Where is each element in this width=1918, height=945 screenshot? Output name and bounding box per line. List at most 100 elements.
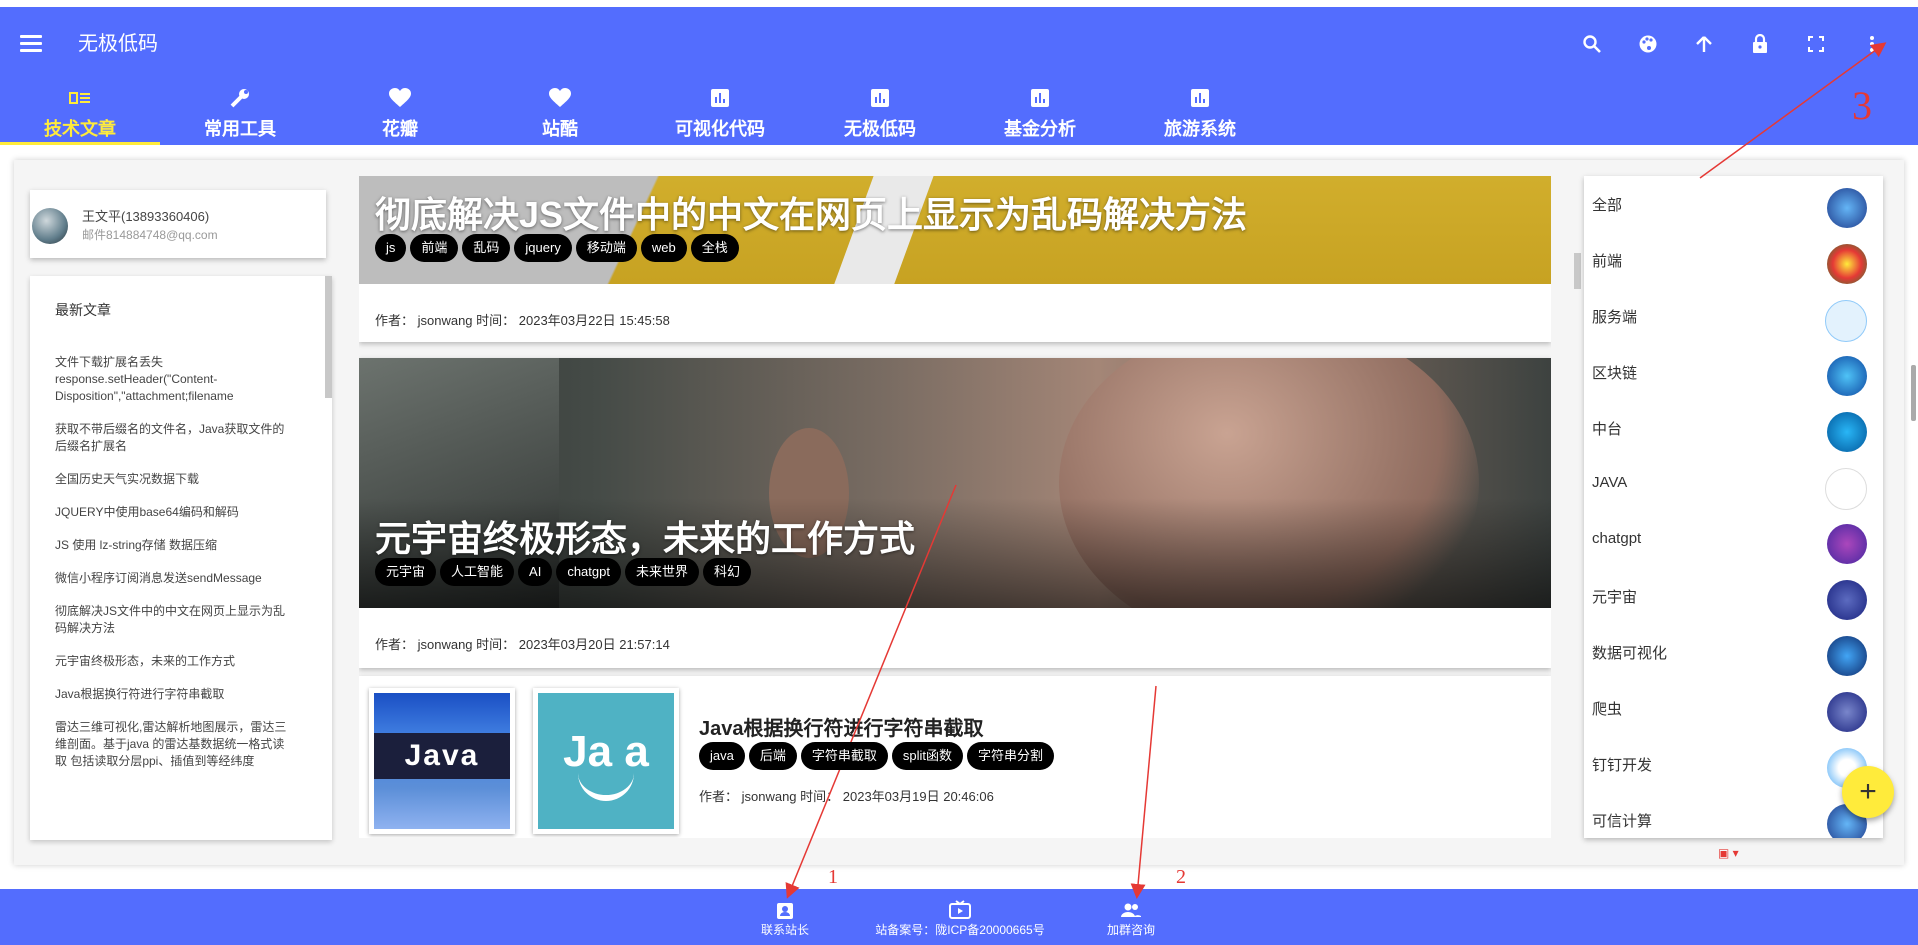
tag-chip[interactable]: 字符串截取 <box>800 742 888 770</box>
join-group-button[interactable]: 加群咨询 <box>1106 899 1156 938</box>
tab-label: 技术文章 <box>44 119 116 139</box>
fullscreen-icon[interactable] <box>1788 27 1844 61</box>
tag-chip[interactable]: 后端 <box>748 742 797 770</box>
tab-huaban[interactable]: 花瓣 <box>320 81 480 145</box>
tab-travel-system[interactable]: 旅游系统 <box>1120 81 1280 145</box>
category-item[interactable]: 服务端 <box>1584 288 1883 344</box>
category-label: 中台 <box>1592 421 1623 438</box>
article-thumbnail[interactable]: Ja a <box>533 688 679 834</box>
tag-chip[interactable]: 前端 <box>410 234 459 262</box>
article-card[interactable]: 彻底解决JS文件中的中文在网页上显示为乱码解决方法 js 前端 乱码 jquer… <box>359 176 1551 342</box>
tab-label: 花瓣 <box>382 119 418 139</box>
tag-chip[interactable]: 元宇宙 <box>375 558 437 586</box>
tag-chip[interactable]: 人工智能 <box>440 558 515 586</box>
list-item[interactable]: 获取不带后缀名的文件名，Java获取文件的后缀名扩展名 <box>55 421 295 455</box>
list-item[interactable]: JQUERY中使用base64编码和解码 <box>55 504 295 521</box>
tab-wuji-lowcode[interactable]: 无极低码 <box>800 81 960 145</box>
tag-chip[interactable]: web <box>640 234 687 262</box>
icp-record-link[interactable]: 站备案号：陇ICP备20000665号 <box>860 899 1060 938</box>
article-title[interactable]: 彻底解决JS文件中的中文在网页上显示为乱码解决方法 <box>375 186 1247 238</box>
category-item[interactable]: 可信计算 <box>1584 792 1883 838</box>
tab-visual-code[interactable]: 可视化代码 <box>640 81 800 145</box>
palette-icon[interactable] <box>1620 27 1676 61</box>
avatar <box>32 208 68 244</box>
tag-chip[interactable]: 移动端 <box>575 234 637 262</box>
category-label: 元宇宙 <box>1592 589 1638 606</box>
category-label: 区块链 <box>1592 365 1638 382</box>
category-item[interactable]: 爬虫 <box>1584 680 1883 736</box>
article-meta: 作者： jsonwang 时间： 2023年03月20日 21:57:14 <box>375 637 670 652</box>
tag-chip[interactable]: 科幻 <box>703 558 752 586</box>
article-title[interactable]: 元宇宙终极形态，未来的工作方式 <box>375 510 915 562</box>
category-label: JAVA <box>1592 474 1628 491</box>
category-icon <box>1827 188 1867 228</box>
tab-common-tools[interactable]: 常用工具 <box>160 81 320 145</box>
add-fab-button[interactable]: + <box>1842 766 1894 818</box>
group-label: 加群咨询 <box>1106 923 1155 937</box>
category-item[interactable]: chatgpt <box>1584 512 1883 568</box>
recent-scrollbar[interactable] <box>325 276 332 398</box>
tag-chip[interactable]: 全栈 <box>690 234 739 262</box>
category-item[interactable]: JAVA <box>1584 456 1883 512</box>
heart-icon <box>549 85 571 111</box>
tag-chip[interactable]: chatgpt <box>556 558 621 586</box>
category-item[interactable]: 前端 <box>1584 232 1883 288</box>
feed-scrollbar[interactable] <box>1574 253 1581 289</box>
tab-label: 站酷 <box>542 119 578 139</box>
more-vert-icon[interactable] <box>1844 27 1900 61</box>
page-scrollbar[interactable] <box>1911 365 1916 421</box>
list-item[interactable]: 彻底解决JS文件中的中文在网页上显示为乱码解决方法 <box>55 603 295 637</box>
article-title[interactable]: Java根据换行符进行字符串截取 <box>699 712 984 741</box>
tag-chip[interactable]: js <box>375 234 407 262</box>
tab-fund-analysis[interactable]: 基金分析 <box>960 81 1120 145</box>
list-item[interactable]: 文件下载扩展名丢失 response.setHeader("Content-Di… <box>55 354 295 405</box>
list-item[interactable]: JS 使用 lz-string存储 数据压缩 <box>55 537 295 554</box>
category-label: 全部 <box>1592 197 1623 214</box>
article-card[interactable]: 元宇宙终极形态，未来的工作方式 元宇宙 人工智能 AI chatgpt 未来世界… <box>359 358 1551 668</box>
category-icon <box>1827 244 1867 284</box>
category-label: 前端 <box>1592 253 1623 270</box>
tag-chip[interactable]: AI <box>518 558 553 586</box>
contact-owner-button[interactable]: 联系站长 <box>760 899 810 938</box>
article-thumbnail[interactable]: Java <box>369 688 515 834</box>
list-item[interactable]: 微信小程序订阅消息发送sendMessage <box>55 570 295 587</box>
article-tags: 元宇宙 人工智能 AI chatgpt 未来世界 科幻 <box>375 558 752 586</box>
category-item[interactable]: 全部 <box>1584 176 1883 232</box>
annotation-label: 2 <box>1176 866 1186 888</box>
tag-chip[interactable]: jquery <box>514 234 572 262</box>
tag-chip[interactable]: 未来世界 <box>624 558 699 586</box>
tag-chip[interactable]: split函数 <box>891 742 964 770</box>
icp-label: 站备案号：陇ICP备20000665号 <box>875 923 1045 937</box>
category-item[interactable]: 中台 <box>1584 400 1883 456</box>
list-item[interactable]: 雷达三维可视化,雷达解析地图展示，雷达三维剖面。基于java 的雷达基数据统一格… <box>55 719 295 770</box>
chart-icon <box>711 85 729 111</box>
category-item[interactable]: 元宇宙 <box>1584 568 1883 624</box>
hamburger-menu-icon[interactable] <box>18 31 44 57</box>
list-item[interactable]: 全国历史天气实况数据下载 <box>55 471 295 488</box>
list-item[interactable]: Java根据换行符进行字符串截取 <box>55 686 295 703</box>
category-item[interactable]: 钉钉开发 <box>1584 736 1883 792</box>
article-card[interactable]: Java Ja a Java根据换行符进行字符串截取 java 后端 字符串截取… <box>359 676 1551 838</box>
list-item[interactable]: 元宇宙终极形态，未来的工作方式 <box>55 653 295 670</box>
category-label: 数据可视化 <box>1592 645 1668 662</box>
java-logo-icon <box>1825 468 1867 510</box>
annotation-label: 3 <box>1852 83 1872 128</box>
category-item[interactable]: 区块链 <box>1584 344 1883 400</box>
group-icon <box>1106 899 1156 921</box>
author-profile-card[interactable]: 王文平(13893360406) 邮件814884748@qq.com <box>30 190 326 258</box>
tag-chip[interactable]: 乱码 <box>462 234 511 262</box>
tag-chip[interactable]: 字符串分割 <box>967 742 1055 770</box>
category-icon <box>1825 300 1867 342</box>
article-tags: java 后端 字符串截取 split函数 字符串分割 <box>699 742 1055 770</box>
lock-icon[interactable] <box>1732 27 1788 61</box>
tab-zcool[interactable]: 站酷 <box>480 81 640 145</box>
arrow-up-icon[interactable] <box>1676 27 1732 61</box>
tab-tech-articles[interactable]: 技术文章 <box>0 81 160 145</box>
tag-chip[interactable]: java <box>699 742 745 770</box>
category-label: 爬虫 <box>1592 701 1623 718</box>
category-label: 钉钉开发 <box>1592 757 1653 774</box>
category-item[interactable]: 数据可视化 <box>1584 624 1883 680</box>
app-title: 无极低码 <box>78 33 158 55</box>
search-icon[interactable] <box>1564 27 1620 61</box>
html5-icon[interactable]: ▣ ▾ <box>1718 846 1739 860</box>
